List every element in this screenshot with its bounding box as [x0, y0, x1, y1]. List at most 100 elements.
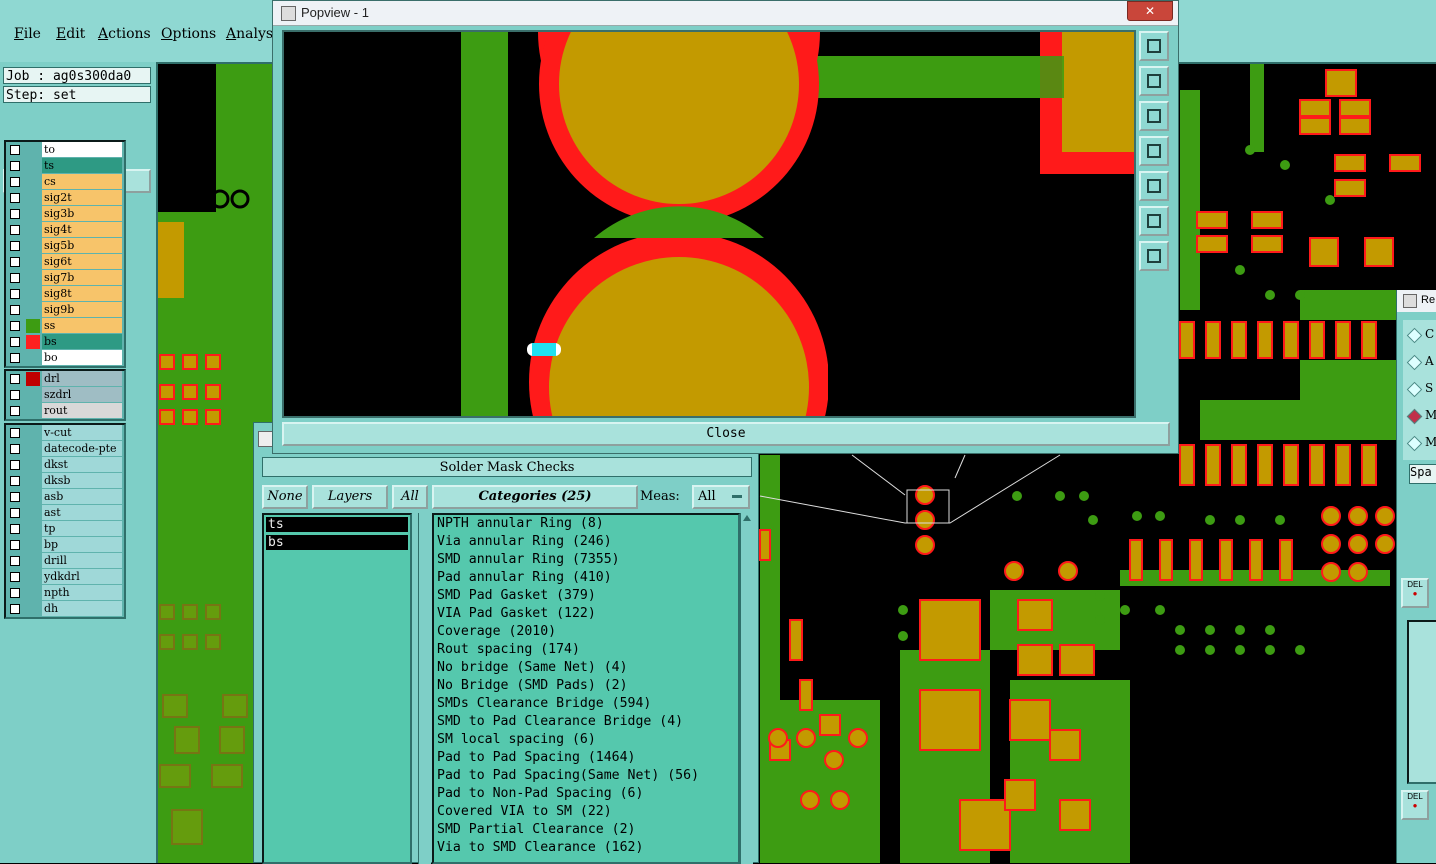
layer-color-swatch[interactable]: [26, 388, 40, 402]
layer-color-swatch[interactable]: [26, 570, 40, 584]
pan-left-button[interactable]: [1139, 136, 1169, 166]
layer-color-swatch[interactable]: [26, 372, 40, 386]
right-dialog-list[interactable]: [1407, 620, 1436, 784]
radio-diamond-icon[interactable]: [1406, 381, 1423, 398]
layer-checkbox[interactable]: [10, 508, 20, 518]
layer-checkbox[interactable]: [10, 390, 20, 400]
layers-button[interactable]: Layers: [312, 485, 388, 509]
layer-row[interactable]: ydkdrl: [6, 569, 124, 585]
layer-name[interactable]: drill: [42, 553, 122, 568]
category-item[interactable]: Pad annular Ring (410): [434, 569, 738, 587]
layer-list[interactable]: ts bs: [262, 513, 412, 864]
layer-checkbox[interactable]: [10, 161, 20, 171]
layer-name[interactable]: npth: [42, 585, 122, 600]
layer-checkbox[interactable]: [10, 444, 20, 454]
layer-color-swatch[interactable]: [26, 159, 40, 173]
layer-color-swatch[interactable]: [26, 303, 40, 317]
layer-checkbox[interactable]: [10, 177, 20, 187]
option-row[interactable]: S: [1403, 380, 1436, 400]
menu-file[interactable]: File: [14, 26, 41, 42]
del-button-1[interactable]: DEL ●: [1401, 578, 1429, 608]
del-button-2[interactable]: DEL ●: [1401, 790, 1429, 820]
none-button[interactable]: None: [262, 485, 308, 509]
layer-name[interactable]: bo: [42, 350, 122, 365]
menu-edit[interactable]: Edit: [56, 26, 85, 42]
category-item[interactable]: Covered VIA to SM (22): [434, 803, 738, 821]
layer-row[interactable]: sig3b: [6, 206, 124, 222]
layer-row[interactable]: ss: [6, 318, 124, 334]
layer-color-swatch[interactable]: [26, 207, 40, 221]
option-row[interactable]: M: [1403, 434, 1436, 454]
category-item[interactable]: Via to SMD Clearance (162): [434, 839, 738, 857]
layer-name[interactable]: dkst: [42, 457, 122, 472]
layer-checkbox[interactable]: [10, 145, 20, 155]
layer-name[interactable]: tp: [42, 521, 122, 536]
layer-checkbox[interactable]: [10, 460, 20, 470]
layer-name[interactable]: ts: [42, 158, 122, 173]
layer-name[interactable]: sig9b: [42, 302, 122, 317]
layer-list-item[interactable]: ts: [266, 517, 408, 532]
layer-color-swatch[interactable]: [26, 554, 40, 568]
category-item[interactable]: VIA Pad Gasket (122): [434, 605, 738, 623]
layer-list-scrollbar[interactable]: [418, 513, 431, 864]
layer-row[interactable]: tp: [6, 521, 124, 537]
layer-name[interactable]: asb: [42, 489, 122, 504]
layer-row[interactable]: dh: [6, 601, 124, 617]
layer-checkbox[interactable]: [10, 492, 20, 502]
layer-color-swatch[interactable]: [26, 335, 40, 349]
zoom-home-button[interactable]: [1139, 206, 1169, 236]
layer-row[interactable]: rout: [6, 403, 124, 419]
layer-row[interactable]: bp: [6, 537, 124, 553]
category-item[interactable]: SM local spacing (6): [434, 731, 738, 749]
layer-checkbox[interactable]: [10, 406, 20, 416]
layer-name[interactable]: dh: [42, 601, 122, 616]
meas-select[interactable]: All: [692, 485, 750, 509]
layer-color-swatch[interactable]: [26, 602, 40, 616]
pan-all-button[interactable]: [1139, 241, 1169, 271]
layer-name[interactable]: sig4t: [42, 222, 122, 237]
layer-color-swatch[interactable]: [26, 143, 40, 157]
category-item[interactable]: Pad to Pad Spacing (1464): [434, 749, 738, 767]
layer-list-item[interactable]: bs: [266, 535, 408, 550]
layer-name[interactable]: to: [42, 142, 122, 157]
layer-row[interactable]: dkst: [6, 457, 124, 473]
layer-name[interactable]: v-cut: [42, 425, 122, 440]
layer-checkbox[interactable]: [10, 353, 20, 363]
layer-row[interactable]: sig2t: [6, 190, 124, 206]
category-item[interactable]: SMD annular Ring (7355): [434, 551, 738, 569]
category-item[interactable]: Pad to Pad Spacing(Same Net) (56): [434, 767, 738, 785]
layer-name[interactable]: rout: [42, 403, 122, 418]
layer-name[interactable]: sig3b: [42, 206, 122, 221]
layer-color-swatch[interactable]: [26, 538, 40, 552]
layer-row[interactable]: sig6t: [6, 254, 124, 270]
layer-row[interactable]: dksb: [6, 473, 124, 489]
popview-titlebar[interactable]: Popview - 1 ✕: [273, 1, 1178, 26]
layer-row[interactable]: asb: [6, 489, 124, 505]
layer-row[interactable]: ts: [6, 158, 124, 174]
layer-row[interactable]: bo: [6, 350, 124, 366]
pan-right-button[interactable]: [1139, 171, 1169, 201]
layer-color-swatch[interactable]: [26, 271, 40, 285]
layer-name[interactable]: bs: [42, 334, 122, 349]
radio-diamond-icon[interactable]: [1406, 327, 1423, 344]
layer-name[interactable]: ydkdrl: [42, 569, 122, 584]
layer-color-swatch[interactable]: [26, 442, 40, 456]
layer-name[interactable]: dksb: [42, 473, 122, 488]
radio-diamond-icon[interactable]: [1406, 408, 1423, 425]
layer-name[interactable]: sig8t: [42, 286, 122, 301]
layer-row[interactable]: bs: [6, 334, 124, 350]
option-row[interactable]: A: [1403, 353, 1436, 373]
layer-name[interactable]: sig5b: [42, 238, 122, 253]
layer-checkbox[interactable]: [10, 374, 20, 384]
layer-color-swatch[interactable]: [26, 239, 40, 253]
layer-checkbox[interactable]: [10, 588, 20, 598]
category-item[interactable]: Rout spacing (174): [434, 641, 738, 659]
category-item[interactable]: Via annular Ring (246): [434, 533, 738, 551]
layer-checkbox[interactable]: [10, 289, 20, 299]
layer-name[interactable]: bp: [42, 537, 122, 552]
layer-name[interactable]: sig2t: [42, 190, 122, 205]
layer-row[interactable]: datecode-pte: [6, 441, 124, 457]
layer-color-swatch[interactable]: [26, 175, 40, 189]
layer-checkbox[interactable]: [10, 572, 20, 582]
category-item[interactable]: SMD to Pad Clearance Bridge (4): [434, 713, 738, 731]
